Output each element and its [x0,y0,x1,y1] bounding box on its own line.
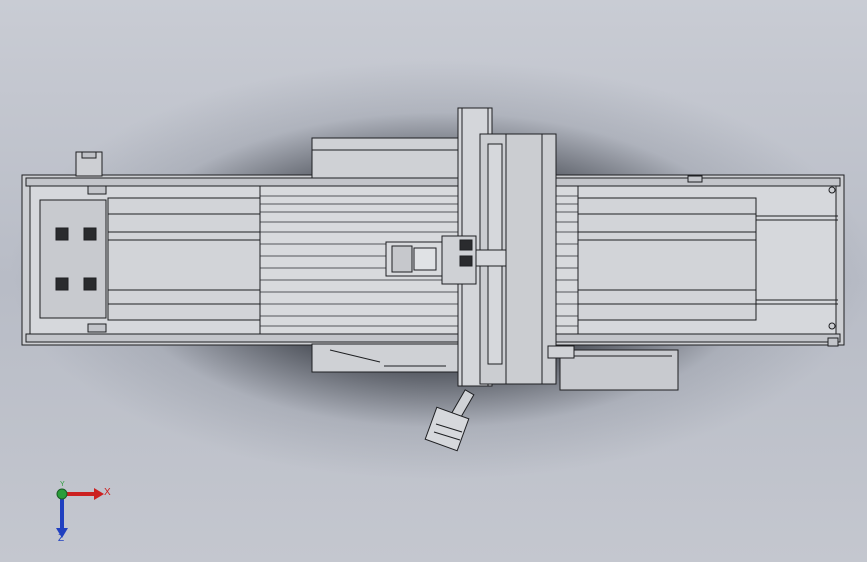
right-bellows [577,197,757,321]
top-rail [25,177,841,187]
bolt-bottom-right [828,322,836,330]
y-axis-label: Y [60,481,65,488]
x-axis-label: X [104,487,111,498]
bottom-rail [25,333,841,343]
bolt-top-right [828,186,836,194]
z-axis-label: Z [58,533,65,544]
mount-hole-2 [83,227,97,241]
machine-top-view [21,107,845,452]
top-housing [311,137,463,179]
left-end-plate [39,199,107,319]
mount-hole-1 [55,227,69,241]
mount-hole-4 [83,277,97,291]
operator-pendant [424,389,475,452]
mount-hole-3 [55,277,69,291]
coordinate-triad: X Y Z [40,478,120,548]
cad-viewport[interactable]: X Y Z [0,0,867,562]
left-bellows [107,197,261,321]
bottom-housing [311,343,463,373]
